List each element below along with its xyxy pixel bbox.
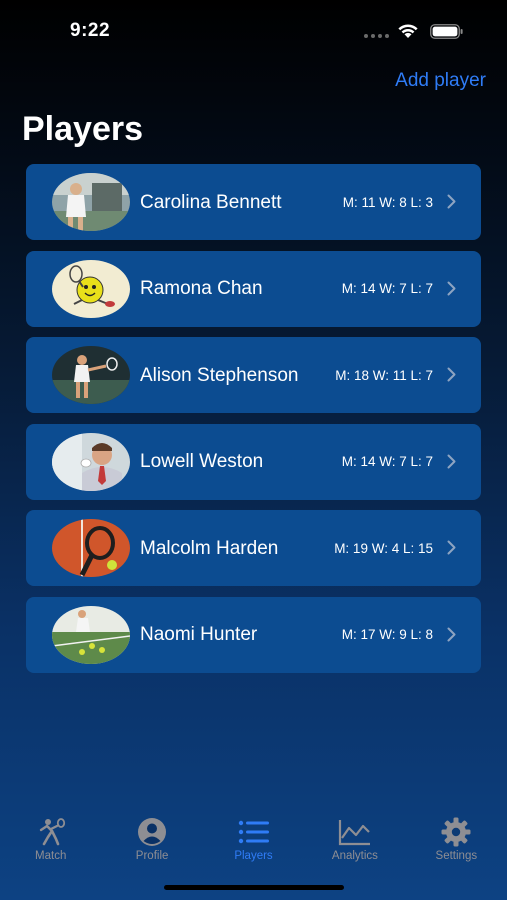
player-row-carolina-bennett[interactable]: Carolina Bennett M: 11 W: 8 L: 3: [26, 164, 481, 240]
player-row-alison-stephenson[interactable]: Alison Stephenson M: 18 W: 11 L: 7: [26, 337, 481, 413]
status-time: 9:22: [70, 20, 111, 41]
player-stats: M: 11 W: 8 L: 3: [342, 194, 433, 210]
chevron-right-icon: [447, 367, 456, 382]
player-avatar: [52, 346, 130, 404]
tab-profile[interactable]: Profile: [101, 808, 202, 878]
player-avatar: [52, 432, 130, 491]
player-name: Ramona Chan: [140, 278, 263, 299]
tennis-player-icon: [36, 816, 66, 848]
cellular-signal-icon: [364, 34, 389, 38]
tab-players[interactable]: Players: [203, 808, 304, 878]
tab-analytics[interactable]: Analytics: [304, 808, 405, 878]
tab-settings[interactable]: Settings: [406, 808, 507, 878]
player-name: Alison Stephenson: [140, 364, 299, 386]
person-circle-icon: [137, 816, 167, 848]
player-list: Carolina Bennett M: 11 W: 8 L: 3 Ramona …: [26, 164, 481, 683]
chevron-right-icon: [447, 281, 456, 295]
player-stats: M: 18 W: 11 L: 7: [335, 367, 433, 383]
player-name: Malcolm Harden: [140, 537, 279, 559]
player-name: Carolina Bennett: [140, 191, 282, 213]
status-bar: 9:22: [0, 0, 507, 60]
tab-label: Analytics: [331, 850, 378, 862]
tab-label: Profile: [135, 850, 169, 862]
battery-icon: [430, 24, 463, 39]
player-row-ramona-chan[interactable]: Ramona Chan M: 14 W: 7 L: 7: [26, 250, 481, 327]
player-avatar: [52, 519, 130, 577]
player-stats: M: 17 W: 9 L: 8: [341, 627, 433, 642]
player-stats: M: 14 W: 7 L: 7: [341, 281, 433, 296]
list-icon: [238, 816, 270, 848]
player-stats: M: 14 W: 7 L: 7: [341, 454, 433, 469]
tab-label: Match: [35, 850, 67, 862]
chevron-right-icon: [447, 627, 456, 641]
player-avatar: [52, 259, 130, 318]
player-row-naomi-hunter[interactable]: Naomi Hunter M: 17 W: 9 L: 8: [26, 596, 481, 673]
chevron-right-icon: [447, 454, 456, 468]
player-row-malcolm-harden[interactable]: Malcolm Harden M: 19 W: 4 L: 15: [26, 510, 481, 586]
chart-line-icon: [338, 816, 372, 848]
player-avatar: [52, 173, 130, 231]
chevron-right-icon: [447, 194, 456, 209]
add-player-button[interactable]: Add player: [395, 70, 486, 92]
player-name: Naomi Hunter: [140, 624, 258, 645]
wifi-icon: [398, 24, 418, 38]
tab-label: Players: [234, 850, 273, 862]
player-stats: M: 19 W: 4 L: 15: [334, 540, 433, 556]
page-title: Players: [22, 110, 143, 148]
tab-match[interactable]: Match: [0, 808, 101, 878]
gear-icon: [441, 816, 471, 848]
tab-label: Settings: [435, 850, 478, 862]
home-indicator: [164, 885, 344, 890]
player-avatar: [52, 605, 130, 664]
chevron-right-icon: [447, 540, 456, 555]
player-row-lowell-weston[interactable]: Lowell Weston M: 14 W: 7 L: 7: [26, 423, 481, 500]
tab-bar: Match Profile Players Analytics Settings: [0, 808, 507, 878]
player-name: Lowell Weston: [140, 451, 264, 472]
